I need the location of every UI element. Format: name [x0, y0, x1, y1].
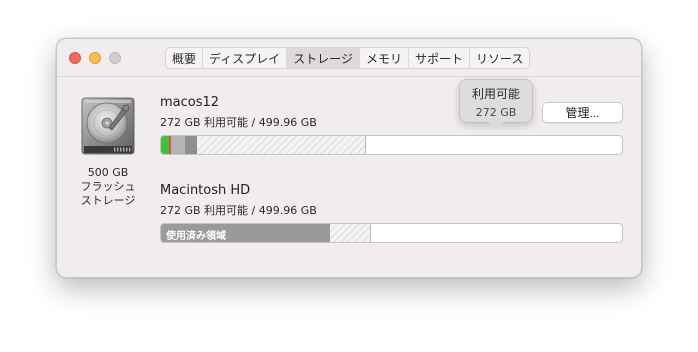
tab-storage[interactable]: ストレージ: [287, 48, 360, 68]
disk-size: 500 GB: [87, 166, 129, 179]
disk-caption: 500 GB フラッシュ ストレージ: [72, 166, 144, 208]
close-button[interactable]: [69, 52, 81, 64]
disk-type-line1: フラッシュ: [80, 180, 136, 193]
tab-resources[interactable]: リソース: [470, 48, 529, 68]
storage-bar[interactable]: [160, 135, 623, 155]
available-space-tooltip: 利用可能 272 GB: [459, 79, 533, 129]
storage-bar[interactable]: 使用済み領域: [160, 223, 623, 243]
segment-purgeable[interactable]: [197, 136, 366, 154]
tooltip-value: 272 GB: [475, 106, 517, 119]
volume-name: Macintosh HD: [160, 183, 251, 198]
about-this-mac-window: 概要 ディスプレイ ストレージ メモリ サポート リソース 500 GB フラッ…: [56, 38, 642, 278]
segment-system-light[interactable]: [171, 136, 185, 154]
volume-capacity-info: 272 GB 利用可能 / 499.96 GB: [160, 204, 317, 217]
segment-system-dark[interactable]: [185, 136, 197, 154]
segment-apps[interactable]: [161, 136, 169, 154]
hard-drive-icon: [81, 97, 135, 155]
volume-capacity-info: 272 GB 利用可能 / 499.96 GB: [160, 116, 317, 129]
disk-type-line2: ストレージ: [80, 194, 136, 207]
segment-used[interactable]: 使用済み領域: [161, 224, 330, 242]
tab-memory[interactable]: メモリ: [360, 48, 409, 68]
minimize-button[interactable]: [89, 52, 101, 64]
segment-purgeable[interactable]: [330, 224, 371, 242]
used-space-label: 使用済み領域: [166, 231, 226, 242]
tab-overview[interactable]: 概要: [166, 48, 204, 68]
volume-name: macos12: [160, 95, 220, 110]
tooltip-title: 利用可能: [471, 87, 520, 101]
manage-button[interactable]: 管理...: [542, 102, 623, 123]
tab-bar: 概要 ディスプレイ ストレージ メモリ サポート リソース: [165, 47, 531, 69]
title-bar: 概要 ディスプレイ ストレージ メモリ サポート リソース: [57, 39, 641, 77]
zoom-button-disabled: [109, 52, 121, 64]
tab-support[interactable]: サポート: [409, 48, 470, 68]
tab-displays[interactable]: ディスプレイ: [203, 48, 288, 68]
